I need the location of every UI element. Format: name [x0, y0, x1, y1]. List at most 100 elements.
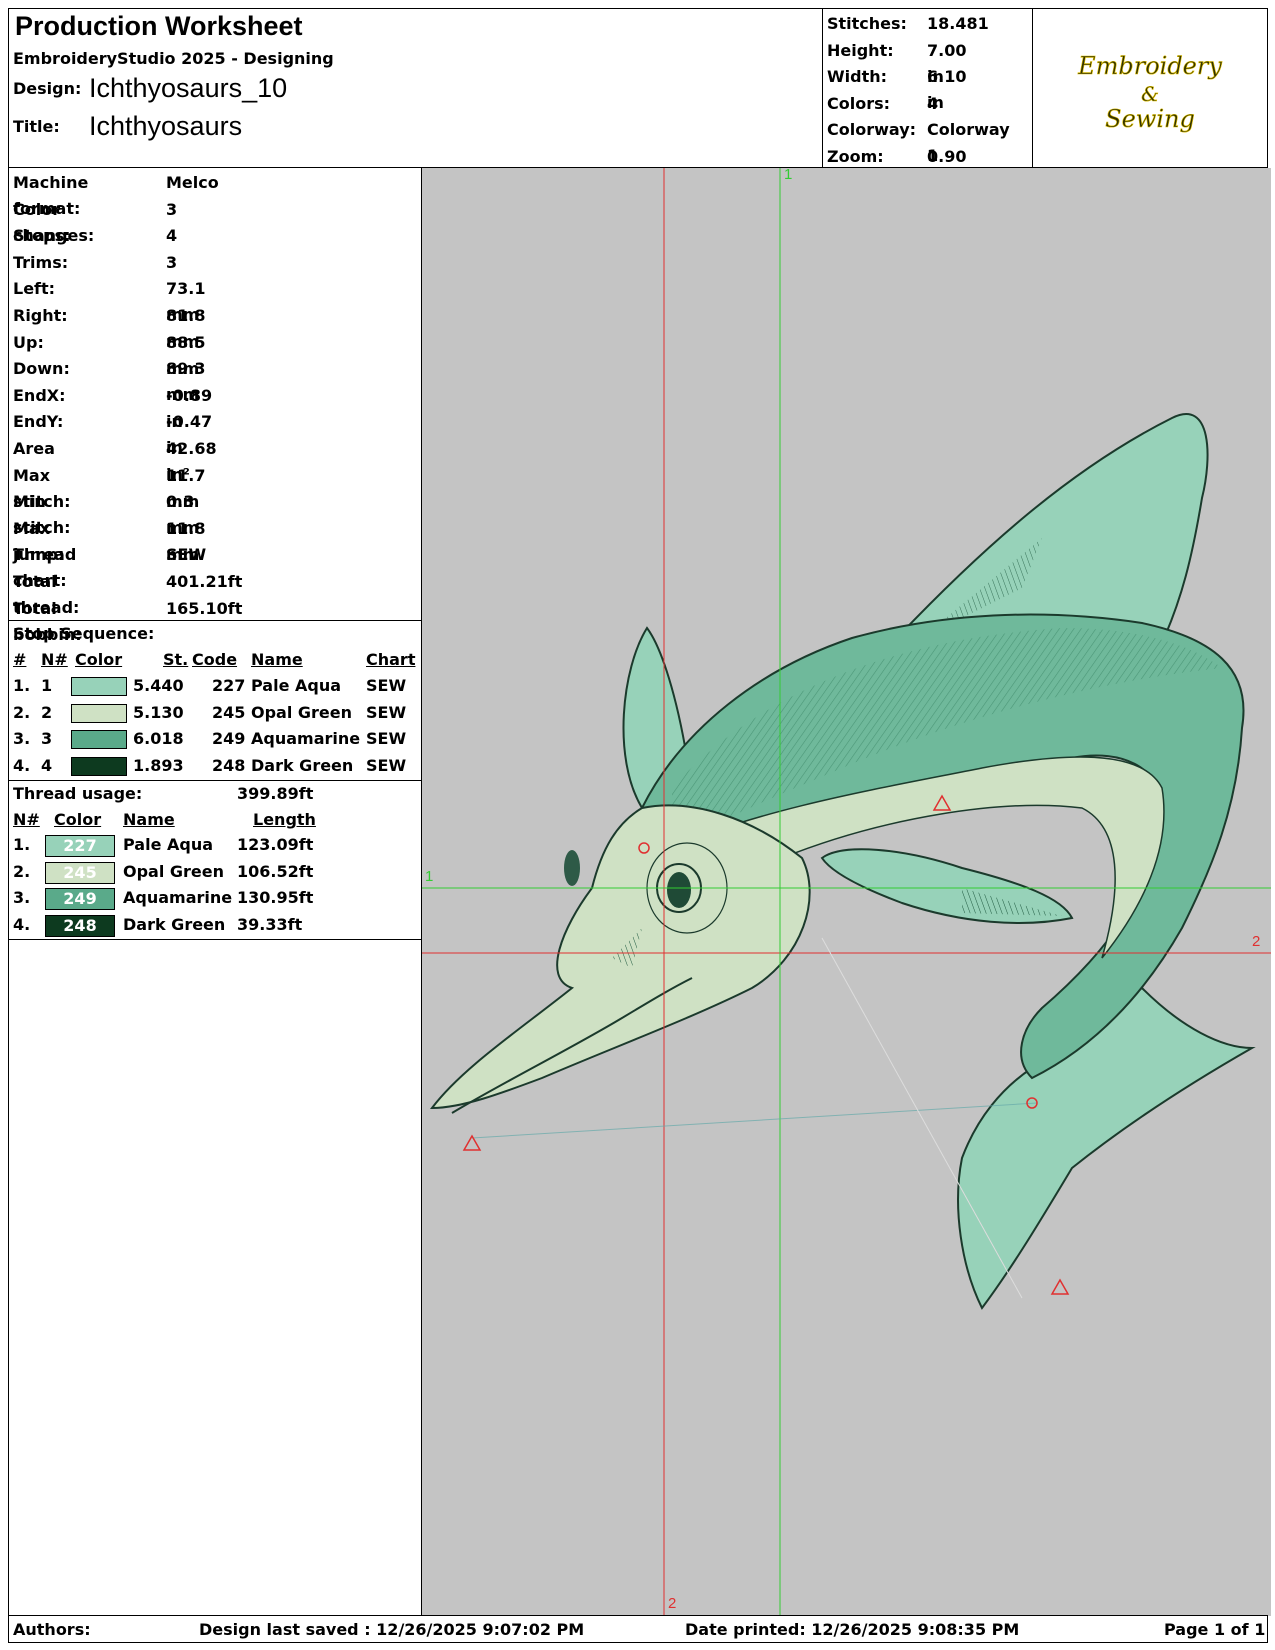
row-name: Aquamarine — [123, 888, 233, 907]
row-n: 1 — [41, 676, 53, 695]
row-length: 123.09ft — [237, 835, 314, 854]
stop-sequence-row: 2. 2 5.130 245 Opal Green SEW — [9, 703, 423, 727]
thread-usage-title: Thread usage: — [13, 784, 143, 803]
page-number: Page 1 of 1 — [1164, 1620, 1266, 1639]
row-n: 1. — [13, 835, 31, 854]
svg-text:Embroidery: Embroidery — [1077, 52, 1222, 80]
date-printed: Date printed: 12/26/2025 9:08:35 PM — [685, 1620, 1020, 1639]
row-length: 130.95ft — [237, 888, 314, 907]
footer-box: Authors: Design last saved : 12/26/2025 … — [8, 1615, 1268, 1643]
thread-usage-row: 2. 245 Opal Green 106.52ft — [9, 861, 423, 886]
design-name: Ichthyosaurs_10 — [89, 73, 288, 103]
details-box: Machine format: Melco Color changes: 3 Stops… — [8, 167, 422, 644]
detail-label: EndY: — [13, 412, 64, 432]
row-code: 245 — [212, 702, 246, 722]
thread-usage-row: 4. 248 Dark Green 39.33ft — [9, 914, 423, 939]
summary-label: Colorway: — [827, 120, 917, 139]
last-saved: Design last saved : 12/26/2025 9:07:02 P… — [199, 1620, 585, 1639]
row-code: 248 — [212, 755, 246, 775]
row-n: 3. — [13, 888, 31, 907]
detail-label: Right: — [13, 306, 68, 325]
row-name: Pale Aqua — [123, 835, 214, 854]
row-stitches: 1.893 — [133, 755, 184, 775]
detail-label: Left: — [13, 279, 56, 299]
color-swatch — [71, 730, 127, 749]
thread-usage-total: 399.89ft — [237, 784, 314, 803]
dorsal-fin — [889, 413, 1209, 645]
row-name: Pale Aqua — [251, 676, 342, 695]
row-chart: SEW — [366, 729, 407, 748]
thread-usage-row: 1. 227 Pale Aqua 123.09ft — [9, 835, 423, 859]
color-swatch: 249 — [45, 888, 115, 910]
detail-value: 401.21ft — [166, 572, 243, 591]
color-swatch — [71, 756, 127, 776]
detail-value: SEW — [166, 545, 207, 565]
color-swatch — [71, 703, 127, 723]
summary-box: Stitches: 18.481 Height: 7.00 in Width: 6.10 … — [822, 8, 1033, 168]
row-num: 3. — [13, 729, 31, 748]
row-stitches: 5.440 — [133, 676, 184, 695]
detail-label: Trims: — [13, 252, 69, 272]
axis-label-green-top: 1 — [784, 166, 793, 183]
detail-value: Melco — [166, 173, 219, 192]
col-color: Color — [54, 810, 102, 829]
color-swatch: 248 — [45, 914, 115, 937]
stop-marker-2 — [1050, 1278, 1070, 1295]
row-num: 2. — [13, 702, 31, 722]
row-stitches: 5.130 — [133, 702, 184, 722]
row-length: 39.33ft — [237, 914, 303, 934]
axis-label-red-right: 2 — [1252, 933, 1261, 950]
col-n: N# — [13, 810, 40, 829]
row-length: 106.52ft — [237, 861, 314, 881]
row-n: 4 — [41, 755, 53, 775]
tail-fin — [957, 986, 1256, 1310]
col-num: # — [13, 650, 27, 669]
row-name: Aquamarine — [251, 729, 361, 748]
authors-label: Authors: — [13, 1620, 91, 1639]
summary-label: Width: — [827, 67, 888, 86]
design-title: Ichthyosaurs — [89, 111, 243, 141]
detail-value: 165.10ft — [166, 598, 243, 618]
software-label: EmbroideryStudio 2025 - Designing — [13, 49, 334, 68]
col-color: Color — [75, 650, 123, 669]
logo: Embroidery & Sewing — [1077, 52, 1223, 134]
row-chart: SEW — [366, 755, 407, 775]
col-name: Name — [123, 810, 175, 829]
detail-label: Up: — [13, 332, 44, 352]
row-n: 2. — [13, 861, 31, 881]
detail-value: 3 — [166, 199, 178, 219]
thread-usage-header: N# Color Name Length — [9, 810, 423, 832]
row-n: 3 — [41, 729, 53, 748]
design-preview: 1 1 2 2 — [421, 166, 1271, 1616]
col-name: Name — [251, 650, 303, 669]
left-blank-area — [8, 939, 422, 1616]
row-name: Opal Green — [123, 861, 225, 881]
stop-sequence-box: Stop Sequence: # N# Color St. Code Name … — [8, 620, 422, 781]
header-box: Production Worksheet EmbroideryStudio 20… — [8, 8, 823, 168]
summary-value: 4 — [927, 93, 939, 113]
detail-label: Area — [13, 439, 55, 458]
title-label: Title: — [13, 117, 60, 136]
stop-sequence-header: # N# Color St. Code Name Chart — [9, 650, 423, 672]
col-st: St. — [163, 650, 189, 669]
svg-text:Sewing: Sewing — [1105, 105, 1195, 133]
row-name: Dark Green — [251, 755, 354, 775]
thread-usage-row: 3. 249 Aquamarine 130.95ft — [9, 888, 423, 912]
logo-box: Embroidery & Sewing — [1032, 8, 1268, 168]
design-drawing — [422, 168, 1271, 1616]
page-title: Production Worksheet — [15, 11, 303, 41]
col-length: Length — [253, 810, 316, 829]
stop-sequence-title: Stop Sequence: — [13, 624, 155, 643]
col-n: N# — [41, 650, 68, 669]
row-stitches: 6.018 — [133, 729, 184, 748]
row-n: 4. — [13, 914, 31, 934]
row-name: Dark Green — [123, 914, 226, 934]
row-code: 227 — [212, 676, 246, 695]
col-chart: Chart — [366, 650, 416, 669]
detail-value: 4 — [166, 226, 178, 246]
row-chart: SEW — [366, 702, 407, 722]
summary-value: 0.90 — [927, 146, 967, 166]
summary-value: 18.481 — [927, 14, 989, 33]
summary-label: Zoom: — [827, 146, 884, 166]
thread-usage-box: Thread usage: 399.89ft N# Color Name Len… — [8, 780, 422, 940]
